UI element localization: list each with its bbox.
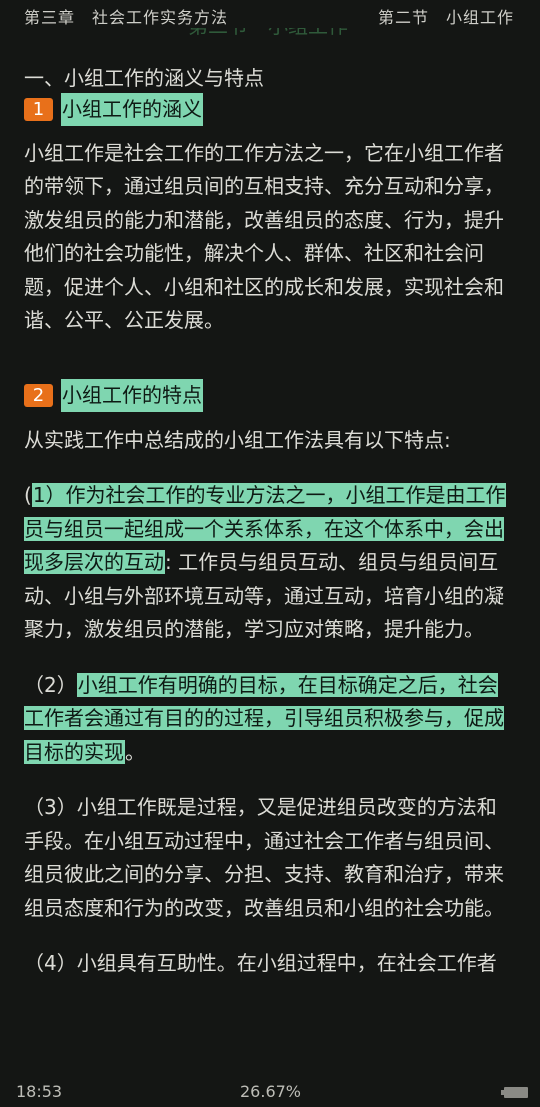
list-item-1: (1）作为社会工作的专业方法之一，小组工作是由工作员与组员一起组成一个关系体系，… xyxy=(24,479,510,647)
list-item-2-rest: 。 xyxy=(125,739,145,764)
chapter-title: 第三章 社会工作实务方法 xyxy=(24,8,229,27)
reading-progress: 26.67% xyxy=(240,1082,302,1101)
reader-header: 第三章 社会工作实务方法 第二节 小组工作 xyxy=(0,0,540,28)
battery-icon xyxy=(501,1087,528,1098)
list-item-2-prefix: （2） xyxy=(24,672,77,697)
paragraph-definition: 小组工作是社会工作的工作方法之一，它在小组工作者的带领下，通过组员间的互相支持、… xyxy=(24,140,504,333)
clock: 18:53 xyxy=(16,1082,63,1101)
reading-content[interactable]: 一、小组工作的涵义与特点 1 小组工作的涵义 小组工作是社会工作的工作方法之一，… xyxy=(24,62,510,981)
subheading-1-title: 小组工作的涵义 xyxy=(61,92,203,127)
highlighted-text-2: 小组工作有明确的目标，在目标确定之后，社会工作者会通过有目的的过程，引导组员积极… xyxy=(24,672,504,764)
section-title-header: 第二节 小组工作 xyxy=(377,8,514,27)
subheading-1: 1 小组工作的涵义 xyxy=(24,92,510,127)
list-item-1-prefix: ( xyxy=(24,483,32,507)
paragraph-intro: 从实践工作中总结成的小组工作法具有以下特点: xyxy=(24,427,451,452)
subheading-2: 2 小组工作的特点 xyxy=(24,378,510,413)
number-badge-1: 1 xyxy=(24,98,53,121)
list-item-4: （4）小组具有互助性。在小组过程中，在社会工作者 xyxy=(24,951,497,975)
section-heading: 一、小组工作的涵义与特点 xyxy=(24,66,264,90)
reader-status-bar: 18:53 26.67% xyxy=(0,1077,540,1107)
subheading-2-title: 小组工作的特点 xyxy=(61,378,203,413)
number-badge-2: 2 xyxy=(24,384,53,407)
list-item-2: （2）小组工作有明确的目标，在目标确定之后，社会工作者会通过有目的的过程，引导组… xyxy=(24,669,510,770)
list-item-3: （3）小组工作既是过程，又是促进组员改变的方法和手段。在小组互动过程中，通过社会… xyxy=(24,795,504,920)
